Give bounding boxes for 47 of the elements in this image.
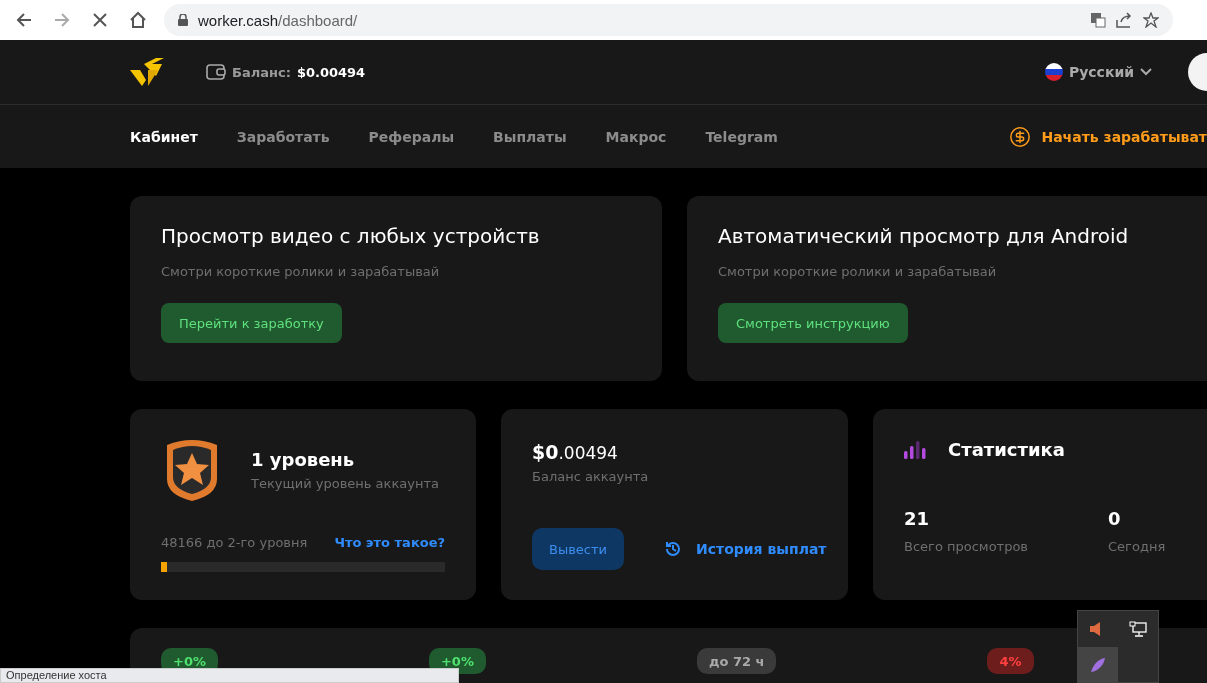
chevron-icon xyxy=(1140,68,1152,76)
feather-icon[interactable] xyxy=(1089,656,1107,674)
percent-tag: 4% xyxy=(987,648,1034,674)
balance-label: Баланс: xyxy=(232,64,291,80)
dollar-coin-icon xyxy=(1009,125,1032,148)
lock-icon xyxy=(178,14,188,26)
history-icon xyxy=(664,540,682,558)
card-title: Просмотр видео с любых устройств xyxy=(161,224,541,248)
flag-icon xyxy=(1044,63,1063,81)
stats-title: Статистика xyxy=(948,439,1065,460)
url-text: worker.cash/dashboard/ xyxy=(198,11,358,29)
balance-caption: Баланс аккаунта xyxy=(532,469,650,484)
nav-link[interactable]: Telegram xyxy=(705,128,778,145)
history-link[interactable]: История выплат xyxy=(664,540,827,558)
network-icon[interactable] xyxy=(1129,621,1147,637)
stat-value: 21 xyxy=(904,508,931,529)
translate-icon[interactable] xyxy=(1090,12,1106,28)
action-button[interactable]: Перейти к заработку xyxy=(161,303,342,343)
wallet-icon xyxy=(206,63,226,81)
card-title: Автоматический просмотр для Android xyxy=(718,224,1130,248)
nav-link[interactable]: Заработать xyxy=(236,128,330,145)
nav-link[interactable]: Кабинет xyxy=(130,128,198,145)
nav-link[interactable]: Рефералы xyxy=(368,128,455,145)
nav-link[interactable]: Выплаты xyxy=(493,128,567,145)
card-subtitle: Смотри короткие ролики и зарабатывай xyxy=(161,264,441,279)
help-link[interactable]: Что это такое? xyxy=(334,535,445,550)
language-selector[interactable]: Русский xyxy=(1038,62,1158,82)
star-icon[interactable] xyxy=(1143,12,1159,28)
address-bar[interactable]: worker.cash/dashboard/ xyxy=(164,4,1173,36)
start-earning-link[interactable]: Начать зарабатыват xyxy=(1009,125,1207,148)
withdraw-button[interactable]: Вывести xyxy=(532,528,624,570)
status-bar: Определение хоста xyxy=(0,668,459,683)
level-title: 1 уровень xyxy=(251,449,356,470)
stat-label: Сегодня xyxy=(1108,539,1166,554)
stat-label: Всего просмотров xyxy=(904,539,1029,554)
logo-icon[interactable] xyxy=(130,58,164,86)
balance-amount: $0.00494 xyxy=(532,441,619,463)
bar-chart-icon xyxy=(904,440,926,459)
level-subtitle: Текущий уровень аккаунта xyxy=(251,476,439,491)
card-subtitle: Смотри короткие ролики и зарабатывай xyxy=(718,264,998,279)
share-icon[interactable] xyxy=(1116,12,1133,28)
stat-value: 0 xyxy=(1108,508,1122,529)
progress-text: 48166 до 2-го уровня xyxy=(161,535,308,550)
action-button[interactable]: Смотреть инструкцию xyxy=(718,303,908,343)
balance-value: $0.00494 xyxy=(296,64,366,80)
percent-tag: до 72 ч xyxy=(696,648,777,674)
nav-link[interactable]: Макрос xyxy=(605,128,667,145)
